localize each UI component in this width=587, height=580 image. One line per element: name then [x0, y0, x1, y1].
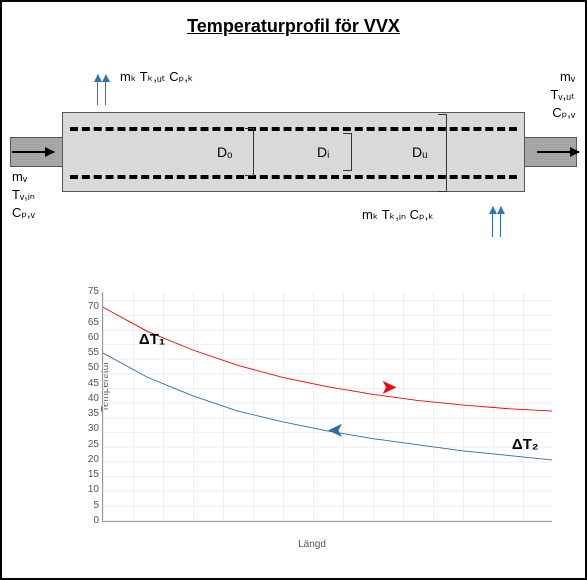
label-Du: Dᵤ — [412, 144, 427, 160]
temperature-profile-chart: Temperatur ➤ ➤ ΔT₁ ΔT₂ 05101520253035404… — [62, 292, 562, 552]
label-hot-in-Cp: Cₚ,ᵥ — [12, 205, 35, 221]
arrow-cold-out-1 — [97, 75, 98, 105]
figure-title: Temperaturprofil för VVX — [2, 16, 585, 37]
label-hot-in-T: Tᵥ,ᵢₙ — [12, 187, 35, 203]
chart-xlabel: Längd — [62, 539, 562, 550]
shell — [62, 112, 525, 192]
label-cold-out: mₖ Tₖ,ᵤₜ Cₚ,ₖ — [120, 69, 193, 85]
arrow-cold-in-2 — [500, 207, 501, 237]
heat-exchanger-schematic: Dₒ Dᵢ Dᵤ mₖ Tₖ,ᵤₜ Cₚ,ₖ mᵥ Tᵥ,ᵢₙ Cₚ,ᵥ mᵥ … — [2, 57, 585, 277]
arrow-hot-direction: ➤ — [381, 377, 396, 398]
figure-frame: Temperaturprofil för VVX Dₒ Dᵢ Dᵤ mₖ Tₖ,… — [0, 0, 587, 580]
label-dT1: ΔT₁ — [139, 331, 165, 348]
label-Di: Dᵢ — [317, 144, 329, 160]
label-Do: Dₒ — [217, 144, 232, 160]
label-hot-out-T: Tᵥ,ᵤₜ — [550, 87, 575, 103]
arrow-flow-in-left — [12, 151, 54, 153]
arrow-cold-in-1 — [492, 207, 493, 237]
chart-plot-area: ➤ ➤ ΔT₁ ΔT₂ 0510152025303540455055606570… — [102, 292, 552, 522]
arrow-flow-out-right — [537, 151, 579, 153]
bracket-Di — [344, 133, 352, 171]
label-dT2: ΔT₂ — [512, 436, 539, 453]
chart-lines — [103, 292, 552, 521]
bracket-Du — [439, 114, 447, 192]
label-cold-in: mₖ Tₖ,ᵢₙ Cₚ,ₖ — [362, 207, 434, 223]
bracket-Do — [246, 128, 254, 176]
arrow-cold-out-2 — [105, 75, 106, 105]
arrow-cold-direction: ➤ — [328, 420, 343, 441]
label-hot-out-Cp: Cₚ,ᵥ — [552, 105, 575, 121]
inner-tube-edge — [70, 175, 517, 179]
label-hot-in-m: mᵥ — [12, 169, 27, 184]
inner-tube-edge — [70, 127, 517, 131]
label-hot-out-m: mᵥ — [560, 69, 575, 84]
